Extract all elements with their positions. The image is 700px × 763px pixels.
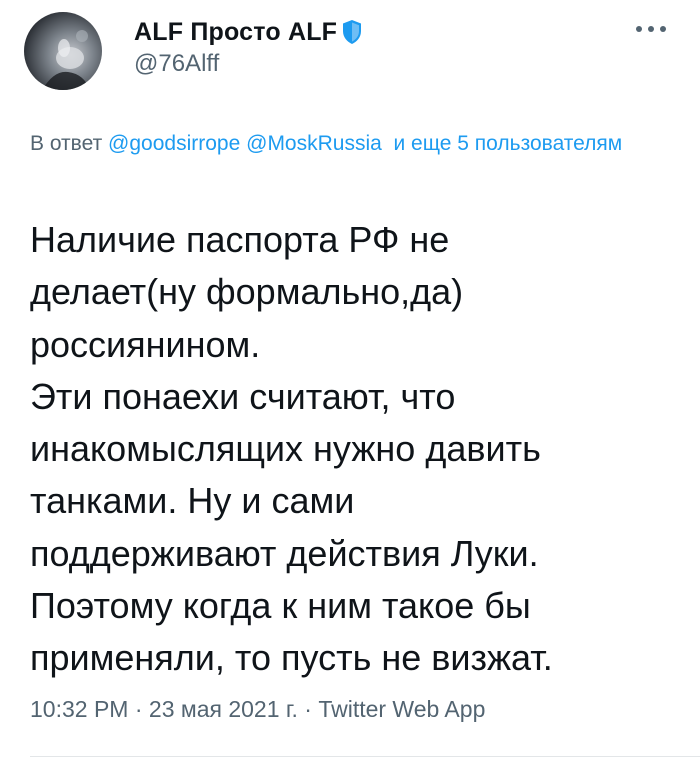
tweet-source-app[interactable]: Twitter Web App — [318, 696, 485, 722]
more-dot-icon — [648, 26, 654, 32]
tweet-time[interactable]: 10:32 PM — [30, 696, 128, 722]
reply-prefix: В ответ — [30, 132, 103, 155]
tweet-meta: 10:32 PM · 23 мая 2021 г. · Twitter Web … — [30, 696, 485, 723]
meta-separator: · — [134, 696, 143, 722]
mention-link-moskrussia[interactable]: @MoskRussia — [246, 132, 382, 155]
tweet-header: ALF Просто ALF @76Alff — [0, 0, 700, 110]
reply-context: В ответ @goodsirrope @MoskRussia и еще 5… — [30, 127, 650, 160]
reply-others-link[interactable]: и еще 5 пользователям — [393, 132, 622, 155]
shield-icon — [343, 20, 362, 44]
divider — [30, 756, 700, 757]
meta-separator: · — [304, 696, 312, 722]
name-row: ALF Просто ALF — [134, 14, 363, 50]
avatar[interactable] — [24, 12, 102, 90]
author-handle[interactable]: @76Alff — [134, 50, 219, 78]
more-dot-icon — [636, 26, 642, 32]
avatar-image — [42, 30, 90, 90]
display-name[interactable]: ALF Просто ALF — [134, 18, 337, 47]
more-options-button[interactable] — [622, 14, 680, 44]
tweet-date[interactable]: 23 мая 2021 г. — [149, 696, 298, 722]
tweet-text: Наличие паспорта РФ не делает(ну формаль… — [30, 219, 553, 679]
more-dot-icon — [660, 26, 666, 32]
mention-link-goodsirrope[interactable]: @goodsirrope — [108, 132, 240, 155]
